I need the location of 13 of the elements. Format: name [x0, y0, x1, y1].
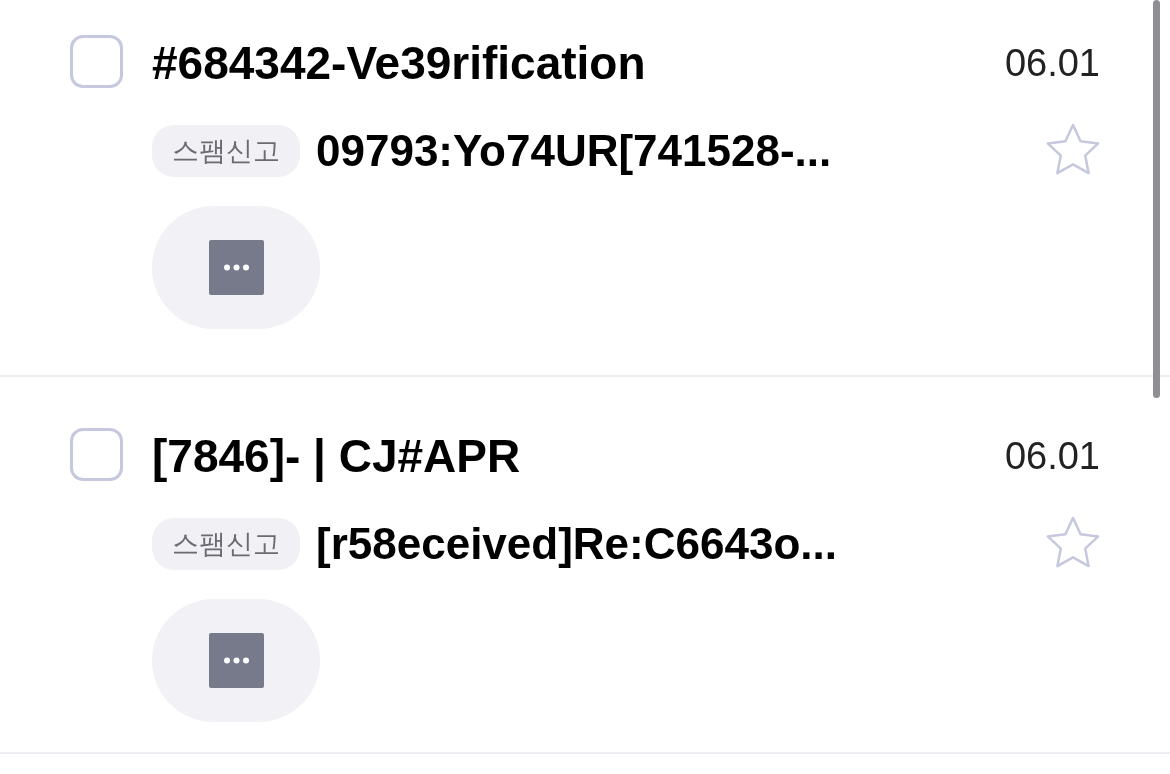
- message-preview[interactable]: [r58eceived]Re:C6643o...: [316, 519, 837, 569]
- checkbox[interactable]: [70, 428, 123, 481]
- scrollbar[interactable]: [1153, 0, 1160, 398]
- more-icon: [208, 240, 264, 295]
- more-icon: [208, 633, 264, 688]
- message-date: 06.01: [1004, 434, 1100, 479]
- message-preview[interactable]: 09793:Yo74UR[741528-...: [316, 126, 832, 176]
- message-date: 06.01: [1004, 41, 1100, 86]
- message-subject[interactable]: [7846]- | CJ#APR: [152, 428, 976, 484]
- spam-report-tag[interactable]: 스팸신고: [152, 125, 300, 177]
- checkbox[interactable]: [70, 35, 123, 88]
- message-subject[interactable]: #684342-Ve39rification: [152, 35, 976, 91]
- spam-report-tag[interactable]: 스팸신고: [152, 518, 300, 570]
